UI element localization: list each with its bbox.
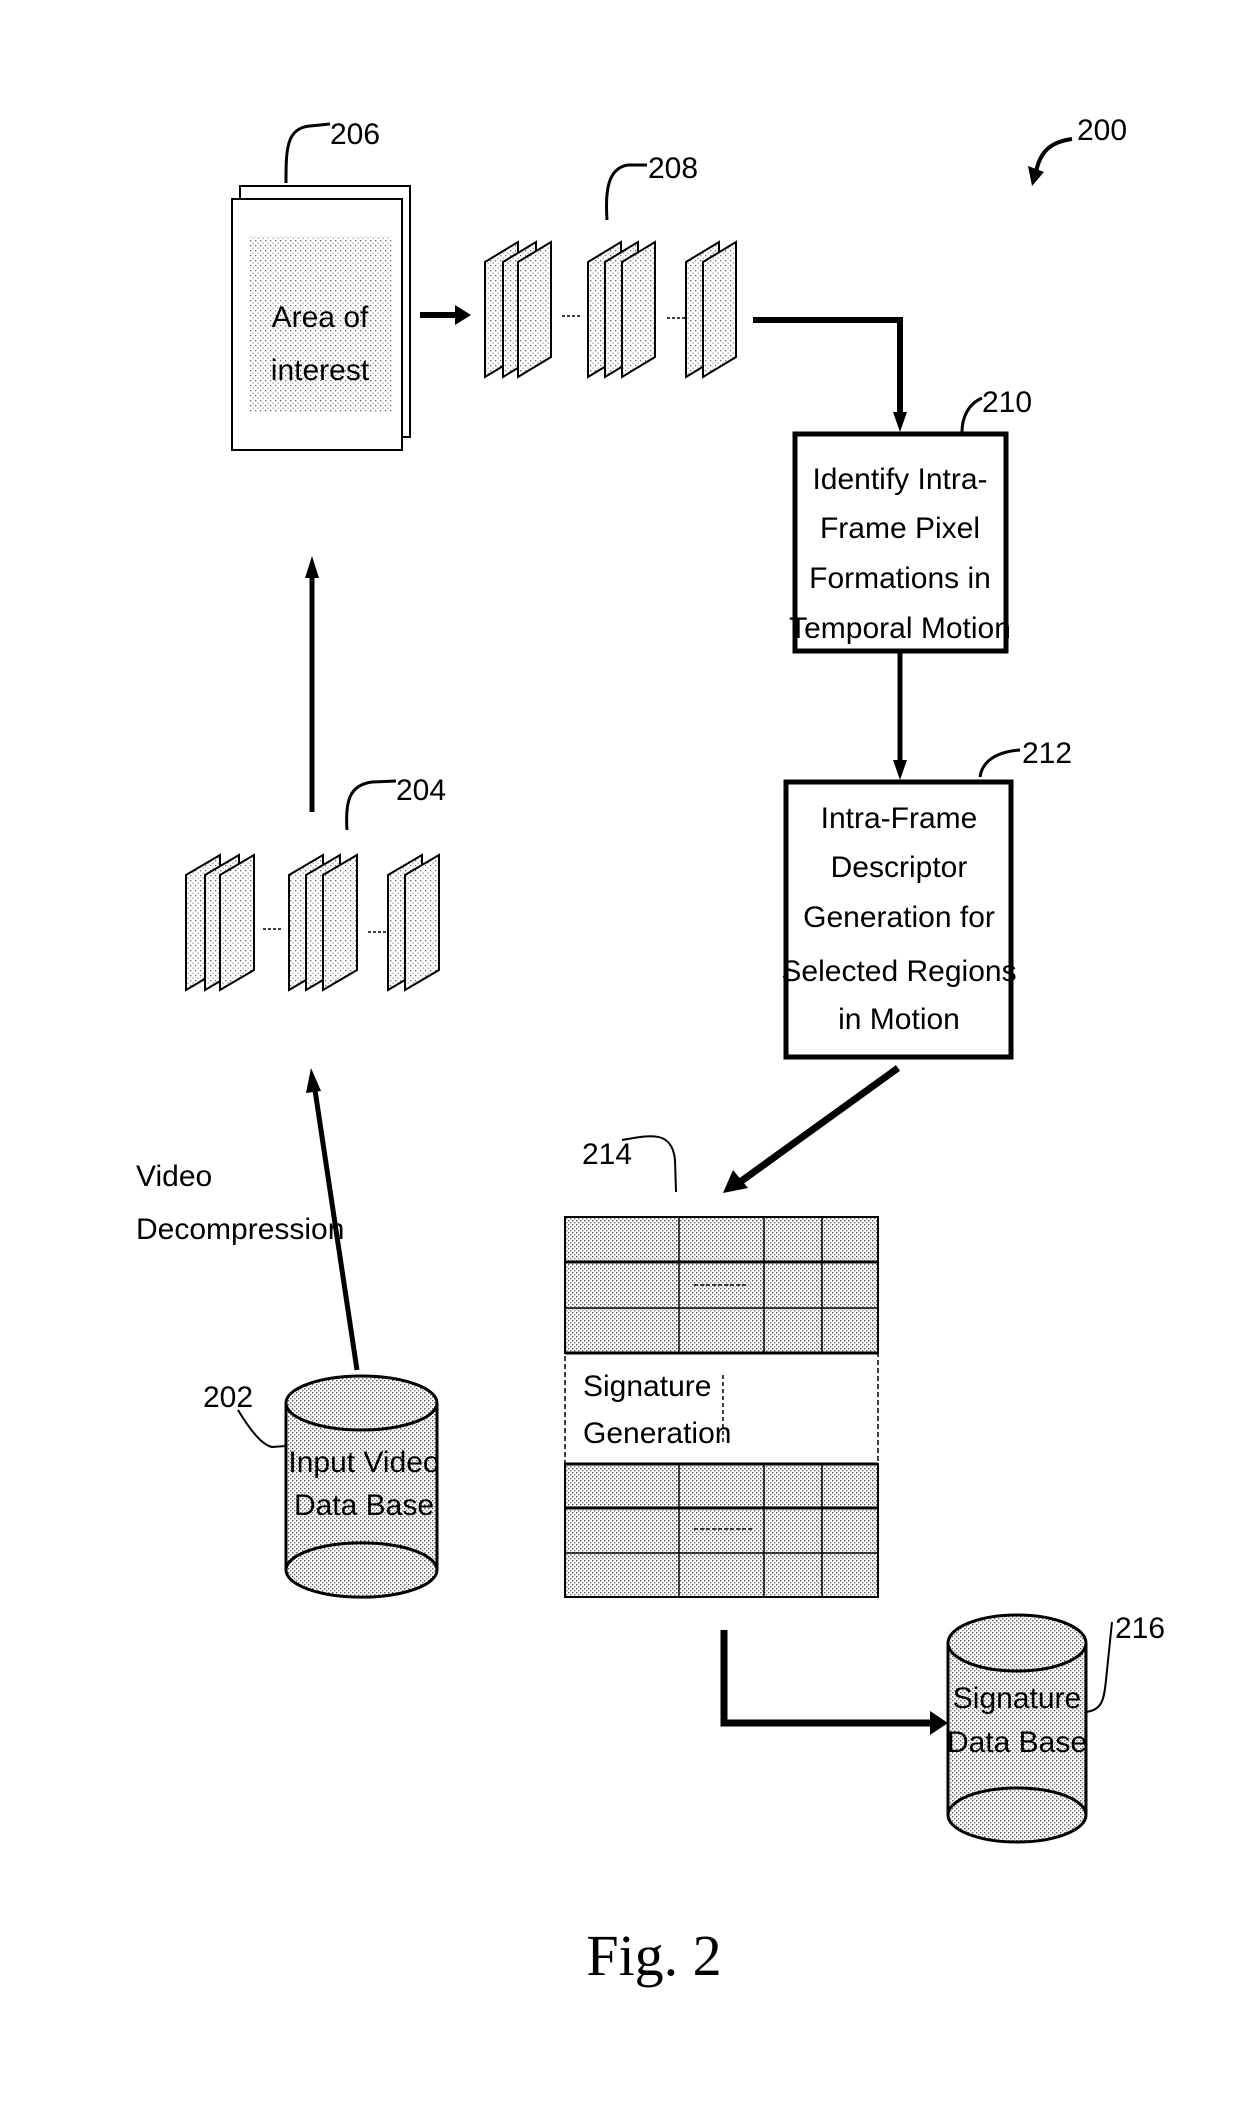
ref-label-210: 210 [982, 386, 1032, 419]
descriptor-box-line-1: Intra-Frame [821, 802, 978, 835]
input-db-line-2: Data Base [294, 1489, 434, 1522]
identify-box-line-3: Formations in [809, 562, 991, 595]
arrowhead-icon [455, 305, 471, 325]
signature-database-cylinder[interactable]: Signature Data Base [946, 1613, 1088, 1844]
descriptor-box-line-5: in Motion [838, 1003, 960, 1036]
ref-label-206: 206 [330, 118, 380, 151]
arrow-frames-to-identify [753, 317, 907, 432]
area-of-interest-line-1: Area of [272, 301, 369, 334]
decoded-frames-stack[interactable] [185, 853, 440, 992]
descriptor-generation-box[interactable]: Intra-Frame Descriptor Generation for Se… [781, 779, 1017, 1060]
video-frame [517, 240, 552, 379]
arrow-identify-to-descriptor [893, 653, 907, 780]
selected-frames-stack[interactable] [484, 240, 737, 379]
ref-label-212: 212 [1022, 737, 1072, 770]
video-frame [322, 853, 358, 992]
input-video-database-cylinder[interactable]: Input Video Data Base [284, 1374, 440, 1599]
ref-212: 212 [978, 737, 1072, 778]
arrowhead-icon [893, 412, 907, 432]
video-frame [702, 240, 737, 379]
video-decompression-label-line-1: Video [136, 1160, 212, 1193]
area-of-interest-line-2: interest [271, 354, 370, 387]
video-decompression-label-line-2: Decompression [136, 1213, 344, 1246]
ref-212-leader [978, 748, 1021, 778]
ref-216-leader [1085, 1621, 1113, 1713]
video-frame [621, 240, 656, 379]
arrow-frames-to-aoi [305, 556, 319, 812]
identify-intra-frame-box[interactable]: Identify Intra- Frame Pixel Formations i… [789, 431, 1011, 654]
video-frame [404, 853, 440, 992]
identify-box-line-1: Identify Intra- [812, 463, 987, 496]
ref-210: 210 [960, 386, 1032, 433]
ref-label-214: 214 [582, 1138, 632, 1171]
signature-table-line-2: Generation [583, 1417, 731, 1450]
identify-box-line-2: Frame Pixel [820, 512, 980, 545]
ref-204-leader [345, 779, 397, 831]
figure-caption: Fig. 2 [586, 1923, 721, 1988]
input-db-line-1: Input Video [288, 1446, 439, 1479]
ref-206-leader [284, 122, 331, 184]
ref-200-arrowhead-icon [1028, 166, 1044, 186]
arrow-descriptor-to-signature [723, 1065, 901, 1193]
ref-208-leader [605, 163, 647, 221]
ref-206: 206 [284, 118, 380, 184]
ref-204: 204 [345, 774, 446, 831]
ref-210-leader [960, 396, 983, 433]
signature-table-line-1: Signature [583, 1370, 711, 1403]
arrowhead-icon [930, 1711, 948, 1735]
signature-generation-table[interactable]: Signature Generation [564, 1216, 879, 1598]
signature-db-line-1: Signature [953, 1682, 1081, 1715]
signature-db-line-2: Data Base [947, 1726, 1087, 1759]
ref-label-208: 208 [648, 152, 698, 185]
arrow-signature-to-db [720, 1630, 948, 1735]
area-of-interest-document[interactable]: Area of interest [231, 185, 411, 451]
ref-202-leader [237, 1409, 287, 1449]
descriptor-box-line-2: Descriptor [831, 851, 968, 884]
arrowhead-icon [305, 556, 319, 578]
ref-202: 202 [203, 1381, 287, 1449]
ref-208: 208 [605, 152, 698, 221]
ref-label-204: 204 [396, 774, 446, 807]
ref-label-202: 202 [203, 1381, 253, 1414]
patent-figure-canvas: 200 Area of interest 206 208 Identify In… [136, 114, 1165, 1988]
ref-214: 214 [582, 1135, 677, 1193]
arrow-aoi-to-frames [420, 305, 471, 325]
figure-reference-200: 200 [1028, 114, 1127, 186]
descriptor-box-line-4: Selected Regions [781, 955, 1016, 988]
arrowhead-icon [306, 1068, 321, 1093]
ref-200-leader [1034, 137, 1073, 173]
ref-216: 216 [1085, 1612, 1165, 1713]
identify-box-line-4: Temporal Motion [789, 612, 1011, 645]
arrowhead-icon [893, 760, 907, 780]
descriptor-box-line-3: Generation for [803, 901, 995, 934]
ref-label-200: 200 [1077, 114, 1127, 147]
video-frame [219, 853, 255, 992]
ref-label-216: 216 [1115, 1612, 1165, 1645]
